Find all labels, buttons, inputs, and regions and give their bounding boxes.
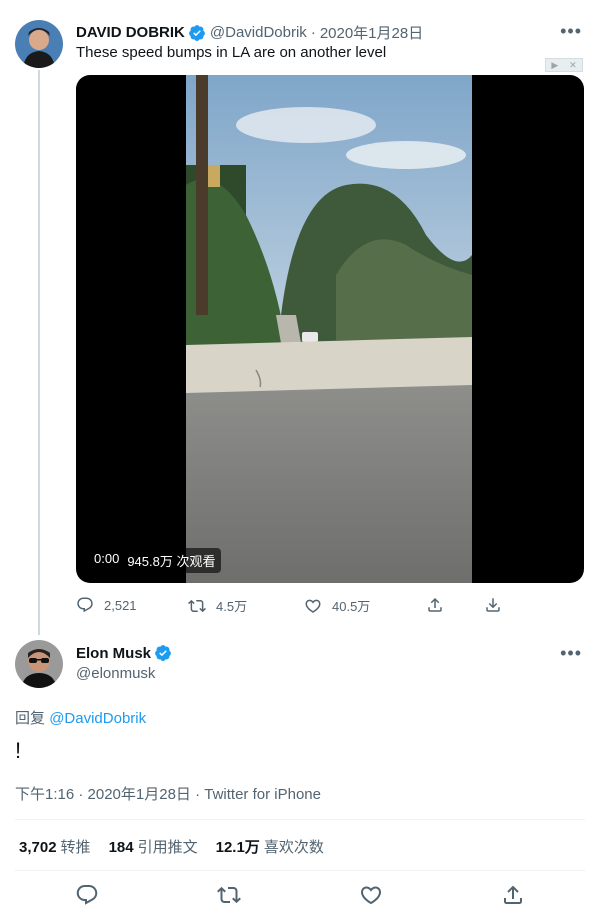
quotes-count: 184 [108,839,134,856]
avatar[interactable] [15,640,63,688]
handle[interactable]: @DavidDobrik [210,24,307,41]
replying-to: 回复 @DavidDobrik [15,707,146,728]
retweets-count: 3,702 [19,839,57,856]
retweet-button[interactable]: 4.5万 [188,596,247,615]
verified-icon [188,24,206,42]
handle[interactable]: @elonmusk [76,665,155,682]
reply-to-link[interactable]: @DavidDobrik [49,710,146,727]
tweet-header: Elon Musk [76,644,176,662]
verified-icon [154,644,172,662]
reply-icon[interactable] [75,883,99,907]
download-icon [486,598,500,612]
ad-choices-badge[interactable]: ▶ ✕ [545,58,583,72]
more-icon[interactable]: ••• [560,644,582,662]
likes-stat[interactable]: 12.1万 喜欢次数 [216,836,324,857]
divider [15,819,585,820]
more-icon[interactable]: ••• [560,22,582,40]
like-icon [305,599,321,613]
retweets-stat[interactable]: 3,702 转推 [19,836,91,857]
tweet-date[interactable]: 2020年1月28日 [320,22,423,43]
reply-count: 2,521 [104,597,137,613]
share-button[interactable] [426,596,444,614]
quotes-label: 引用推文 [137,839,198,856]
tweet-action-bar: 2,521 4.5万 40.5万 [76,596,516,618]
like-count: 40.5万 [332,599,371,614]
likes-count: 12.1万 [215,839,260,856]
retweet-icon [188,599,206,612]
display-name[interactable]: DAVID DOBRIK [76,24,185,41]
thread-connector-line [38,70,40,635]
divider [15,870,585,871]
retweet-icon[interactable] [217,883,241,907]
reply-button[interactable]: 2,521 [76,596,137,614]
video-timestamp: 0:00 [94,551,120,566]
tweet-stats: 3,702 转推 184 引用推文 12.1万 喜欢次数 [19,836,324,857]
display-name[interactable]: Elon Musk [76,645,151,662]
tweet-text: These speed bumps in LA are on another l… [76,44,387,61]
download-button[interactable] [484,596,502,614]
avatar[interactable] [15,20,63,68]
likes-label: 喜欢次数 [263,839,324,856]
retweets-label: 转推 [60,839,91,856]
like-button[interactable]: 40.5万 [304,596,370,615]
tweet-text: ! [15,738,22,763]
reply-prefix: 回复 [15,710,46,727]
reply-icon [77,597,93,613]
quotes-stat[interactable]: 184 引用推文 [109,836,198,857]
video-view-count: 945.8万 次观看 [127,554,216,569]
tweet-timestamp[interactable]: 下午1:16 · 2020年1月28日 · Twitter for iPhone [15,783,321,804]
retweet-count: 4.5万 [216,599,248,614]
like-icon[interactable] [359,883,383,907]
share-icon[interactable] [501,883,525,907]
video-player[interactable]: 0:00 945.8万 次观看 [76,75,584,583]
video-time-overlay: 0:00 945.8万 次观看 [88,548,222,573]
separator: · [310,24,316,41]
video-frame [186,75,472,583]
tweet-header: DAVID DOBRIK @DavidDobrik · 2020年1月28日 [76,22,423,43]
tweet-action-bar [0,883,600,909]
share-icon [428,597,442,612]
